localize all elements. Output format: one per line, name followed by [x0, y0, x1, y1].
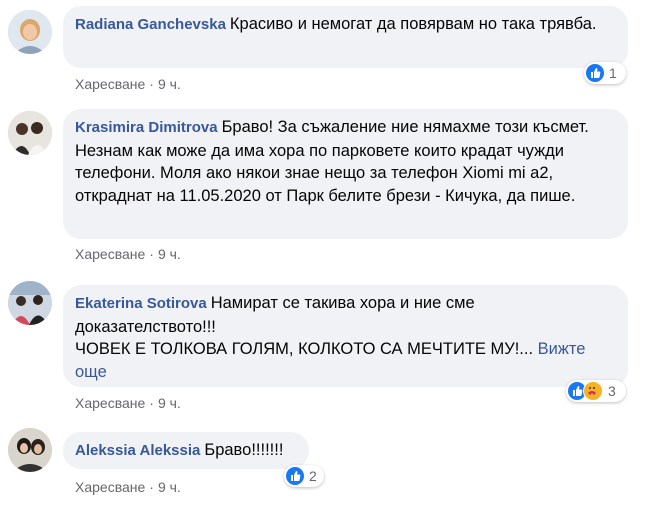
avatar[interactable] — [8, 10, 52, 54]
comment-bubble: Ekaterina Sotirova Намират се такива хора… — [63, 285, 628, 387]
comment-text: Браво!!!!!!! — [204, 441, 284, 459]
comment-author[interactable]: Alekssia Alekssia — [75, 442, 200, 459]
separator: · — [149, 76, 154, 92]
comment-bubble: Alekssia Alekssia Браво!!!!!!! — [63, 432, 309, 469]
separator: · — [149, 395, 154, 411]
separator: · — [149, 246, 154, 262]
separator: · — [149, 479, 154, 495]
comment-author[interactable]: Ekaterina Sotirova — [75, 295, 207, 312]
timestamp[interactable]: 9 ч. — [158, 76, 181, 92]
reaction-summary[interactable]: 3 — [566, 380, 626, 402]
avatar[interactable] — [8, 428, 52, 472]
like-button[interactable]: Харесване — [75, 395, 145, 411]
reaction-summary[interactable]: 2 — [284, 465, 324, 487]
reaction-count: 3 — [608, 383, 616, 399]
timestamp[interactable]: 9 ч. — [158, 246, 181, 262]
comment-actions: Харесване · 9 ч. — [75, 395, 181, 411]
comment-text: Красиво и немогат да повярвам но така тр… — [229, 15, 597, 33]
comment-actions: Харесване · 9 ч. — [75, 76, 181, 92]
reaction-count: 2 — [309, 468, 317, 484]
timestamp[interactable]: 9 ч. — [158, 395, 181, 411]
comment-bubble: Krasimira Dimitrova Браво! За съжаление н… — [63, 109, 628, 239]
avatar[interactable] — [8, 281, 52, 325]
comment-actions: Харесване · 9 ч. — [75, 246, 181, 262]
reaction-summary[interactable]: 1 — [584, 62, 626, 84]
comment-actions: Харесване · 9 ч. — [75, 479, 181, 495]
timestamp[interactable]: 9 ч. — [158, 479, 181, 495]
like-icon — [286, 467, 304, 485]
comment-bubble: Radiana Ganchevska Красиво и немогат да п… — [63, 6, 628, 68]
care-icon — [583, 381, 603, 401]
like-button[interactable]: Харесване — [75, 76, 145, 92]
comment-author[interactable]: Krasimira Dimitrova — [75, 119, 218, 136]
avatar[interactable] — [8, 111, 52, 155]
like-icon — [586, 64, 604, 82]
like-button[interactable]: Харесване — [75, 246, 145, 262]
reaction-count: 1 — [609, 65, 617, 81]
like-button[interactable]: Харесване — [75, 479, 145, 495]
comment-author[interactable]: Radiana Ganchevska — [75, 16, 226, 33]
